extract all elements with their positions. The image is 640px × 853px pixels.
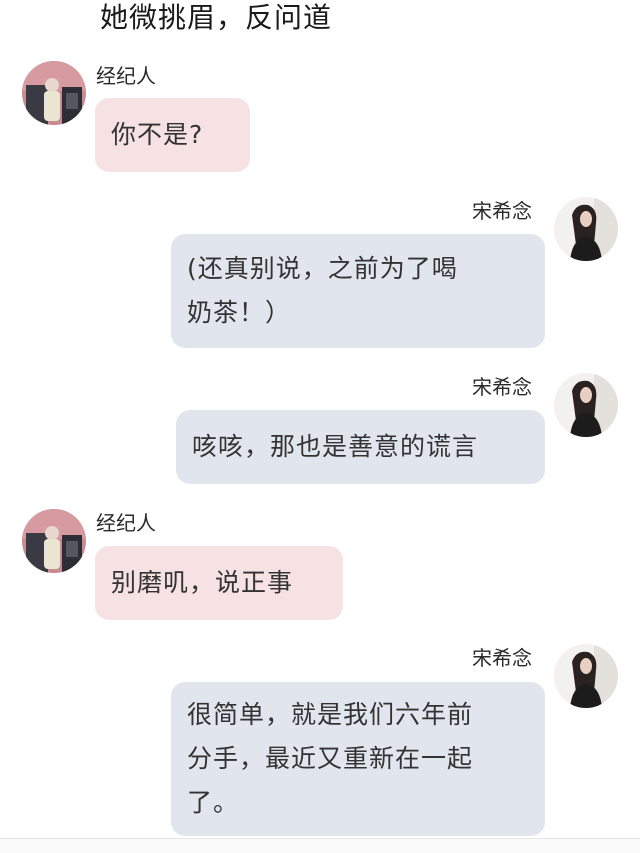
narration-text: 她微挑眉，反问道 xyxy=(100,1,333,34)
message-bubble: 别磨叽，说正事 xyxy=(95,546,343,620)
songxinian-avatar[interactable] xyxy=(554,197,618,261)
sender-name: 经纪人 xyxy=(96,64,156,88)
message-bubble: 很简单，就是我们六年前 分手，最近又重新在一起 了。 xyxy=(171,682,545,836)
sender-name: 经纪人 xyxy=(96,511,156,535)
message-bubble: 你不是? xyxy=(95,98,250,172)
songxinian-avatar[interactable] xyxy=(554,373,618,437)
agent-avatar[interactable] xyxy=(22,61,86,125)
message-bubble: (还真别说，之前为了喝 奶茶！） xyxy=(171,234,545,348)
sender-name: 宋希念 xyxy=(472,375,532,399)
agent-avatar[interactable] xyxy=(22,509,86,573)
songxinian-avatar[interactable] xyxy=(554,644,618,708)
sender-name: 宋希念 xyxy=(472,646,532,670)
bottom-input-bar[interactable] xyxy=(0,838,640,853)
sender-name: 宋希念 xyxy=(472,199,532,223)
message-bubble: 咳咳，那也是善意的谎言 xyxy=(176,410,545,484)
